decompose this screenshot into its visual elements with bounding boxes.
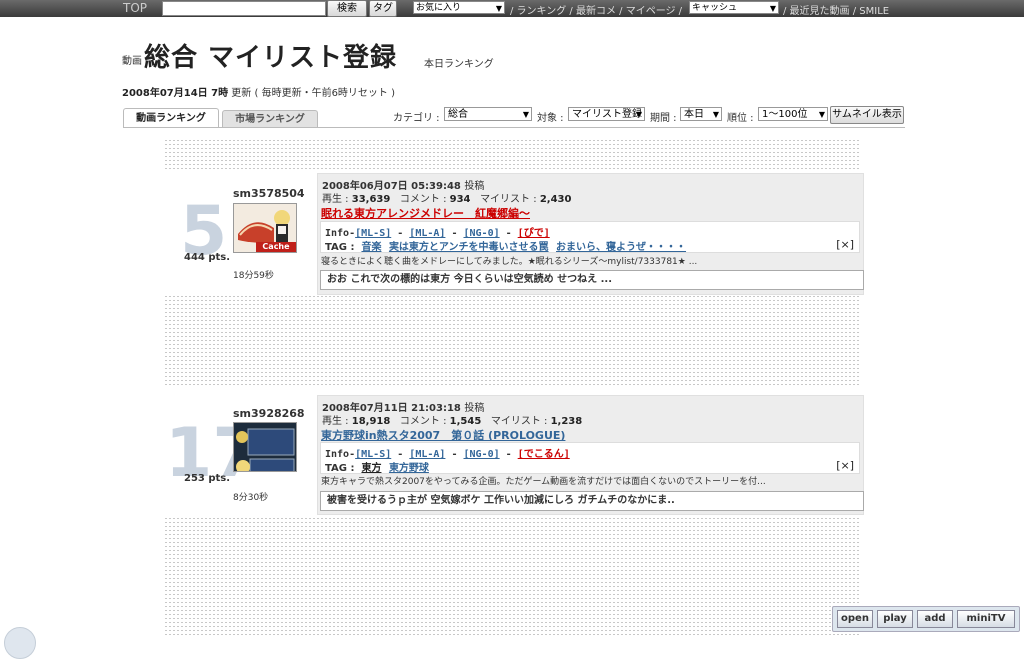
update-date: 2008年07月14日 7時 — [122, 88, 229, 99]
cache-badge: Cache — [256, 242, 296, 252]
video-id: sm3928268 — [233, 407, 305, 420]
main-nav-links[interactable]: / ランキング / 最新コメ / マイページ / — [510, 2, 682, 17]
video-title-link[interactable]: 眠れる東方アレンジメドレー 紅魔郷編〜 — [321, 205, 530, 221]
tab-divider — [123, 127, 905, 128]
info-row: Info-[ML-S] - [ML-A] - [NG-0] - [でこるん] — [325, 449, 570, 460]
tag-link[interactable]: 音楽 — [361, 242, 381, 253]
tag-link[interactable]: 東方 — [361, 463, 381, 474]
period-select-value: 本日 — [684, 109, 704, 120]
plays-count: 33,639 — [351, 194, 391, 205]
page-title: 総合 マイリスト登録 — [144, 43, 398, 73]
category-select[interactable]: 総合 ▼ — [444, 107, 532, 121]
tag-row: TAG : 音楽 実は東方とアンチを中毒いさせる罠 おまいら、寝ようぜ・・・・ — [325, 238, 690, 253]
search-input[interactable] — [162, 1, 326, 16]
target-select-value: マイリスト登録 — [572, 109, 642, 120]
tab-market-ranking[interactable]: 市場ランキング — [222, 110, 318, 128]
update-label: 更新 — [231, 88, 252, 99]
video-thumbnail[interactable]: Cache — [233, 203, 297, 253]
cache-select-value: キャッシュ — [692, 3, 738, 13]
tag-row: TAG : 東方 東方野球 — [325, 459, 433, 474]
plays-count: 18,918 — [351, 416, 391, 427]
uploader-link[interactable]: [でこるん] — [518, 449, 570, 460]
update-note: ( 毎時更新・午前6時リセット ) — [254, 88, 396, 99]
chevron-down-icon: ▼ — [712, 110, 719, 119]
top-bar: TOP 検索 タグ お気に入り ▼ / ランキング / 最新コメ / マイページ… — [0, 0, 1024, 17]
search-button[interactable]: 検索 — [327, 0, 367, 17]
points: 444 pts. — [184, 252, 231, 263]
info-row: Info-[ML-S] - [ML-A] - [NG-0] - [ぴで] — [325, 228, 550, 239]
video-id: sm3578504 — [233, 187, 305, 200]
tag-link[interactable]: 東方野球 — [389, 463, 429, 474]
dotted-separator — [163, 140, 861, 170]
favorites-select-value: お気に入り — [416, 3, 462, 13]
playlist-control-bar: open play add miniTV — [832, 606, 1020, 632]
title-suffix: 本日ランキング — [424, 59, 494, 70]
chevron-down-icon: ▼ — [495, 4, 502, 13]
stats-line: 再生 : 33,639 コメント : 934 マイリスト : 2,430 — [322, 190, 571, 205]
update-line: 2008年07月14日 7時 更新 ( 毎時更新・午前6時リセット ) — [122, 84, 395, 99]
comment-preview: 被害を受けるうｐ主が 空気嫁ボケ 工作いい加減にしろ ガチムチのなかにま.. — [320, 491, 864, 511]
comments-label: コメント : — [399, 194, 447, 205]
dotted-separator — [163, 518, 861, 636]
chevron-down-icon: ▼ — [635, 110, 642, 119]
period-label: 期間 : — [650, 113, 677, 124]
stats-line: 再生 : 18,918 コメント : 1,545 マイリスト : 1,238 — [322, 412, 582, 427]
video-description: 東方キャラで熱スタ2007をやってみる企画。ただゲーム動画を流すだけでは面白くな… — [321, 477, 766, 487]
mylist-label: マイリスト : — [490, 416, 548, 427]
secondary-nav-links[interactable]: / 最近見た動画 / SMILE — [783, 2, 889, 17]
target-label: 対象 : — [537, 113, 564, 124]
chevron-down-icon: ▼ — [522, 110, 529, 119]
close-button[interactable]: [×] — [836, 459, 854, 472]
video-title-link[interactable]: 東方野球in熱スタ2007 第０話 (PROLOGUE) — [321, 427, 565, 443]
target-select[interactable]: マイリスト登録 ▼ — [568, 107, 645, 121]
comments-count: 1,545 — [449, 416, 482, 427]
close-button[interactable]: [×] — [836, 238, 854, 251]
plays-label: 再生 : — [322, 194, 349, 205]
favorites-select[interactable]: お気に入り ▼ — [413, 1, 505, 14]
duration: 18分59秒 — [233, 271, 274, 281]
rank-range-select[interactable]: 1〜100位 ▼ — [758, 107, 828, 121]
points: 253 pts. — [184, 473, 231, 484]
tab-video-ranking[interactable]: 動画ランキング — [123, 108, 219, 128]
cache-select[interactable]: キャッシュ ▼ — [689, 1, 779, 14]
thumbnail-toggle-button[interactable]: サムネイル表示 — [830, 106, 904, 124]
comments-label: コメント : — [399, 416, 447, 427]
title-prefix: 動画 — [122, 56, 142, 67]
mylist-label: マイリスト : — [480, 194, 537, 205]
info-box: Info-[ML-S] - [ML-A] - [NG-0] - [でこるん] T… — [320, 442, 860, 474]
info-box: Info-[ML-S] - [ML-A] - [NG-0] - [ぴで] TAG… — [320, 221, 860, 253]
video-info-panel: 2008年06月07日 05:39:48 投稿 再生 : 33,639 コメント… — [317, 173, 864, 295]
corner-widget[interactable] — [4, 627, 36, 659]
tag-label: TAG : — [325, 242, 355, 253]
ng-link[interactable]: [NG-0] — [463, 449, 499, 460]
mylist-count: 2,430 — [539, 194, 572, 205]
rank-label: 順位 : — [727, 113, 754, 124]
mylist-count: 1,238 — [550, 416, 583, 427]
tag-label: TAG : — [325, 463, 355, 474]
period-select[interactable]: 本日 ▼ — [680, 107, 722, 121]
video-info-panel: 2008年07月11日 21:03:18 投稿 再生 : 18,918 コメント… — [317, 395, 864, 515]
duration: 8分30秒 — [233, 493, 269, 503]
chevron-down-icon: ▼ — [769, 4, 776, 13]
tag-link[interactable]: おまいら、寝ようぜ・・・・ — [556, 242, 686, 253]
comment-preview: おお これで次の標的は東方 今日くらいは空気読め せつねえ ... — [320, 270, 864, 290]
plays-label: 再生 : — [322, 416, 349, 427]
category-label: カテゴリ : — [393, 113, 440, 124]
minitv-button[interactable]: miniTV — [957, 610, 1015, 628]
thumbnail-image — [234, 423, 296, 471]
add-button[interactable]: add — [917, 610, 953, 628]
rank-range-select-value: 1〜100位 — [762, 109, 808, 120]
open-button[interactable]: open — [837, 610, 873, 628]
video-thumbnail[interactable] — [233, 422, 297, 472]
category-select-value: 総合 — [448, 109, 468, 120]
top-link[interactable]: TOP — [123, 1, 147, 15]
dotted-separator — [163, 296, 861, 388]
comments-count: 934 — [449, 194, 471, 205]
play-button[interactable]: play — [877, 610, 913, 628]
tag-search-button[interactable]: タグ — [369, 0, 397, 17]
chevron-down-icon: ▼ — [818, 110, 825, 119]
video-description: 寝るときによく聴く曲をメドレーにしてみました。★眠れるシリーズ〜mylist/7… — [321, 257, 698, 267]
tag-link[interactable]: 実は東方とアンチを中毒いさせる罠 — [389, 242, 549, 253]
